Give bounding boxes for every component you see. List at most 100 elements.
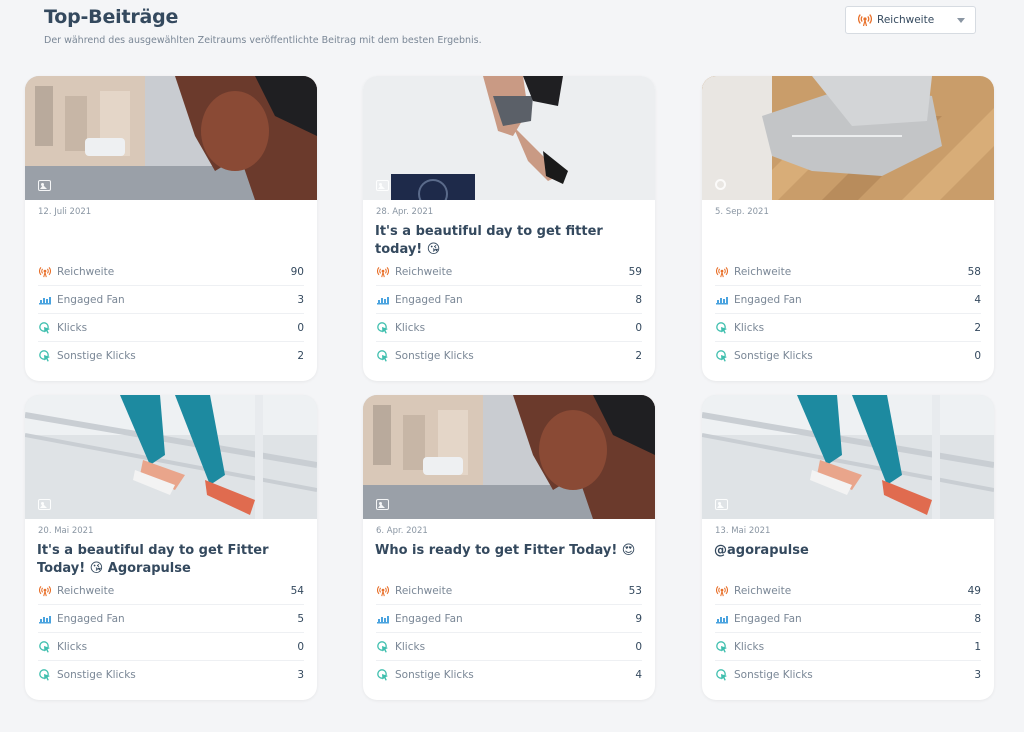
metric-value: 0	[297, 640, 304, 653]
reach-icon	[715, 265, 728, 278]
metric-value: 3	[297, 293, 304, 306]
post-image	[702, 395, 994, 519]
image-icon	[38, 180, 51, 191]
post-image	[363, 395, 655, 519]
metric-value: 5	[297, 612, 304, 625]
post-image	[25, 395, 317, 519]
metric-label: Engaged Fan	[57, 293, 125, 306]
metric-value: 2	[297, 350, 304, 362]
metric-row-other-clicks: Sonstige Klicks 3	[38, 661, 304, 689]
metric-label: Engaged Fan	[395, 612, 463, 625]
metric-value: 0	[635, 640, 642, 653]
metric-row-clicks: Klicks 0	[38, 633, 304, 661]
metric-label: Sonstige Klicks	[734, 350, 813, 362]
metric-label: Reichweite	[734, 265, 792, 278]
metric-row-clicks: Klicks 0	[38, 314, 304, 342]
post-metrics: Reichweite 59 Engaged Fan 8 Klicks 0 Son…	[376, 258, 642, 370]
bar-chart-icon	[376, 612, 389, 625]
image-icon	[38, 499, 51, 510]
metric-value: 2	[974, 321, 981, 334]
metric-value: 4	[635, 669, 642, 681]
metric-label: Sonstige Klicks	[395, 350, 474, 362]
post-card[interactable]: 6. Apr. 2021 Who is ready to get Fitter …	[363, 395, 655, 700]
metric-value: 0	[297, 321, 304, 334]
post-metrics: Reichweite 90 Engaged Fan 3 Klicks 0 Son…	[38, 258, 304, 370]
metric-row-clicks: Klicks 2	[715, 314, 981, 342]
metric-row-reach: Reichweite 90	[38, 258, 304, 286]
page-title: Top-Beiträge	[44, 6, 179, 28]
reach-icon	[376, 584, 389, 597]
reach-icon	[38, 265, 51, 278]
metric-label: Sonstige Klicks	[57, 669, 136, 681]
metric-row-clicks: Klicks 0	[376, 314, 642, 342]
post-caption: @agorapulse	[714, 543, 809, 558]
click-icon	[376, 350, 389, 363]
bar-chart-icon	[715, 293, 728, 306]
metric-value: 90	[290, 265, 304, 278]
metric-label: Engaged Fan	[57, 612, 125, 625]
metric-label: Sonstige Klicks	[734, 669, 813, 681]
metric-value: 3	[974, 669, 981, 681]
metric-value: 8	[635, 293, 642, 306]
metric-row-other-clicks: Sonstige Klicks 2	[376, 342, 642, 370]
metric-label: Klicks	[57, 640, 88, 653]
reach-icon	[715, 584, 728, 597]
metric-row-engaged: Engaged Fan 3	[38, 286, 304, 314]
metric-row-reach: Reichweite 54	[38, 577, 304, 605]
post-date: 28. Apr. 2021	[376, 207, 434, 217]
post-card[interactable]: 20. Mai 2021 It's a beautiful day to get…	[25, 395, 317, 700]
metric-value: 2	[635, 350, 642, 362]
page-subtitle: Der während des ausgewählten Zeitraums v…	[44, 35, 482, 46]
post-card[interactable]: 5. Sep. 2021 Reichweite 58 Engaged Fan 4…	[702, 76, 994, 381]
post-date: 20. Mai 2021	[38, 526, 94, 536]
bar-chart-icon	[38, 293, 51, 306]
post-caption: Who is ready to get Fitter Today! 😍	[375, 543, 636, 558]
post-caption	[37, 223, 305, 263]
click-icon	[715, 350, 728, 363]
bar-chart-icon	[715, 612, 728, 625]
metric-row-reach: Reichweite 53	[376, 577, 642, 605]
metric-select[interactable]: Reichweite	[845, 6, 976, 34]
post-caption	[714, 223, 982, 263]
metric-value: 54	[290, 584, 304, 597]
post-card[interactable]: 28. Apr. 2021 It's a beautiful day to ge…	[363, 76, 655, 381]
click-icon	[38, 669, 51, 682]
metric-label: Klicks	[734, 640, 765, 653]
metric-row-engaged: Engaged Fan 4	[715, 286, 981, 314]
metric-value: 0	[974, 350, 981, 362]
post-metrics: Reichweite 58 Engaged Fan 4 Klicks 2 Son…	[715, 258, 981, 370]
post-caption: It's a beautiful day to get fitter today…	[375, 224, 603, 257]
image-icon	[376, 180, 389, 191]
click-icon	[715, 321, 728, 334]
metric-value: 8	[974, 612, 981, 625]
metric-value: 1	[974, 640, 981, 653]
metric-label: Klicks	[734, 321, 765, 334]
metric-row-other-clicks: Sonstige Klicks 4	[376, 661, 642, 689]
metric-label: Reichweite	[734, 584, 792, 597]
metric-value: 0	[635, 321, 642, 334]
metric-row-reach: Reichweite 59	[376, 258, 642, 286]
image-icon	[376, 499, 389, 510]
metric-row-engaged: Engaged Fan 8	[376, 286, 642, 314]
metric-row-engaged: Engaged Fan 8	[715, 605, 981, 633]
metric-value: 4	[974, 293, 981, 306]
click-icon	[38, 640, 51, 653]
post-card[interactable]: 12. Juli 2021 Reichweite 90 Engaged Fan …	[25, 76, 317, 381]
post-date: 5. Sep. 2021	[715, 207, 769, 217]
metric-row-clicks: Klicks 1	[715, 633, 981, 661]
click-icon	[715, 640, 728, 653]
click-icon	[38, 350, 51, 363]
post-card[interactable]: 13. Mai 2021 @agorapulse Reichweite 49 E…	[702, 395, 994, 700]
top-posts-grid: 12. Juli 2021 Reichweite 90 Engaged Fan …	[25, 76, 997, 706]
reach-icon	[38, 584, 51, 597]
post-metrics: Reichweite 53 Engaged Fan 9 Klicks 0 Son…	[376, 577, 642, 689]
image-icon	[715, 499, 728, 510]
metric-label: Engaged Fan	[395, 293, 463, 306]
reach-icon	[858, 13, 872, 27]
metric-label: Klicks	[395, 640, 426, 653]
click-icon	[38, 321, 51, 334]
metric-label: Klicks	[57, 321, 88, 334]
metric-row-other-clicks: Sonstige Klicks 3	[715, 661, 981, 689]
metric-value: 58	[967, 265, 981, 278]
metric-label: Klicks	[395, 321, 426, 334]
